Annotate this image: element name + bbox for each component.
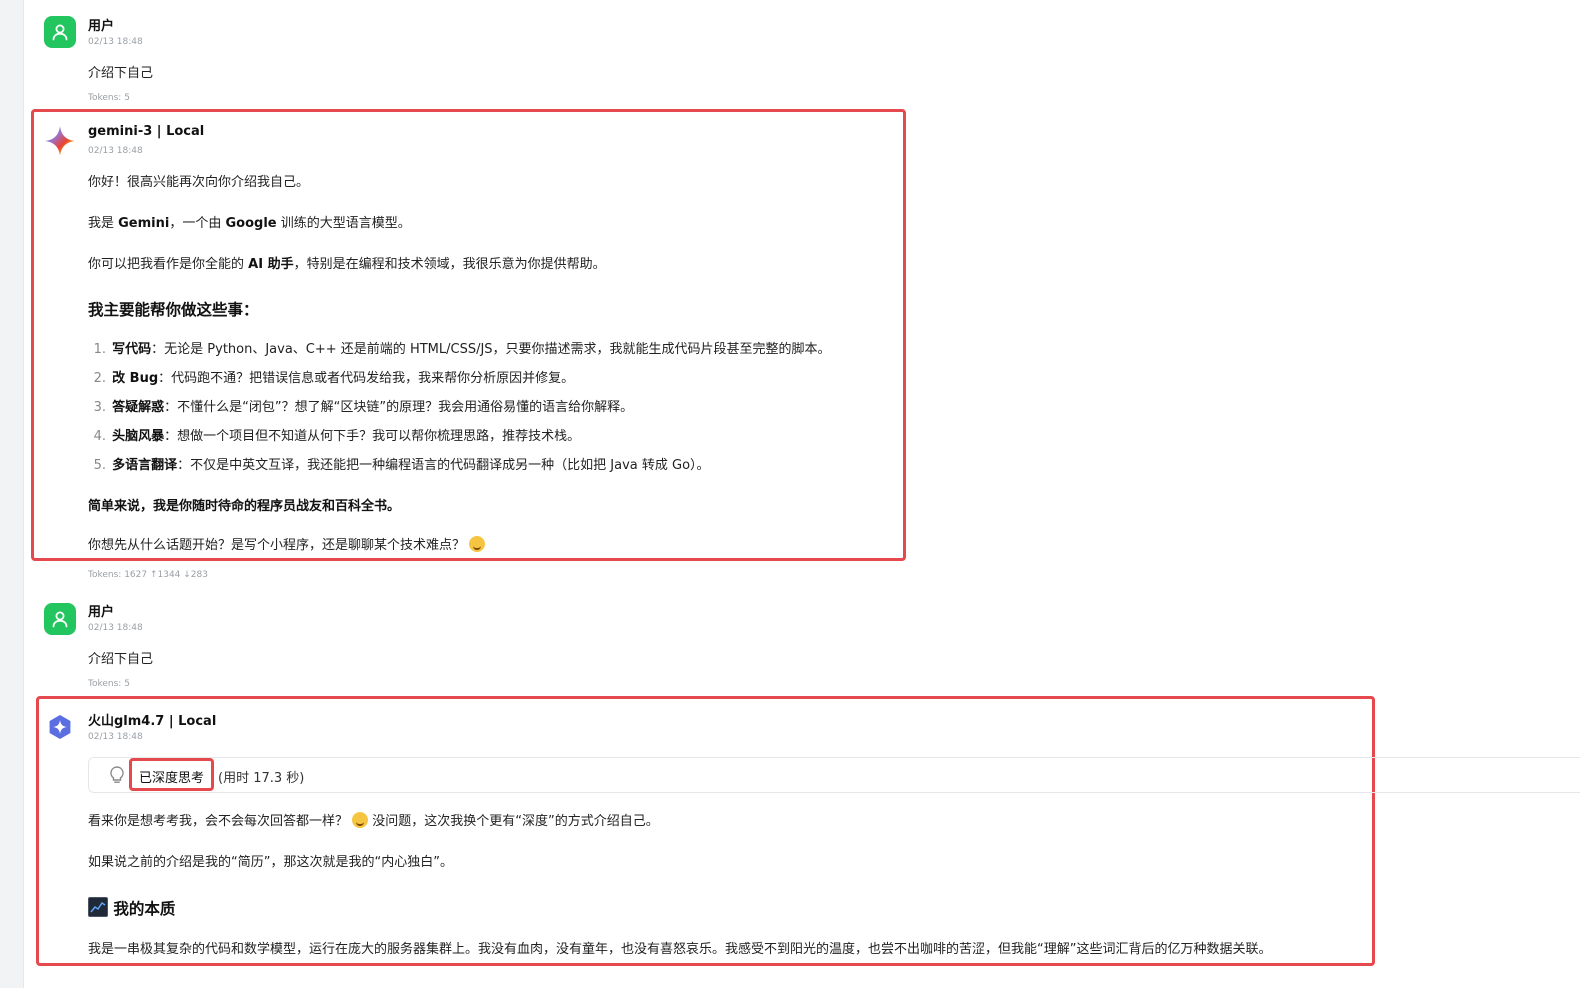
token-count: Tokens: 5 xyxy=(88,679,130,689)
winking-face-icon xyxy=(352,812,369,828)
lightbulb-icon xyxy=(108,765,126,789)
section-heading: 我的本质 xyxy=(88,897,175,919)
user-avatar xyxy=(44,603,76,635)
glm-avatar xyxy=(44,711,76,743)
paragraph: 我是一串极其复杂的代码和数学模型，运行在庞大的服务器集群上。我没有血肉，没有童年… xyxy=(88,942,1272,957)
message-time: 02/13 18:48 xyxy=(88,623,143,633)
token-count: Tokens: 1627 ↑1344 ↓283 xyxy=(88,570,208,580)
list-item: 2. 改 Bug：代码跑不通？把错误信息或者代码发给我，我来帮你分析原因并修复。 xyxy=(93,371,575,386)
chart-icon xyxy=(88,897,108,917)
thinking-toggle[interactable]: 已深度思考 xyxy=(139,767,204,786)
list-item: 1. 写代码：无论是 Python、Java、C++ 还是前端的 HTML/CS… xyxy=(93,342,831,357)
user-icon xyxy=(52,611,68,628)
message-author: 火山glm4.7 | Local xyxy=(88,714,217,729)
message-text: 介绍下自己 xyxy=(88,66,154,81)
paragraph: 看来你是想考考我，会不会每次回答都一样？ 没问题，这次我换个更有“深度”的方式介… xyxy=(88,812,659,829)
message-author: 用户 xyxy=(88,605,115,620)
grinning-face-icon xyxy=(469,536,486,552)
paragraph: 你可以把我看作是你全能的 AI 助手，特别是在编程和技术领域，我很乐意为你提供帮… xyxy=(88,257,606,272)
user-icon xyxy=(52,24,68,41)
message-text: 介绍下自己 xyxy=(88,652,154,667)
gemini-sparkle-icon xyxy=(45,126,75,156)
paragraph: 你好！很高兴能再次向你介绍我自己。 xyxy=(88,175,310,190)
paragraph: 如果说之前的介绍是我的“简历”，那这次就是我的“内心独白”。 xyxy=(88,855,453,870)
highlight-box xyxy=(36,696,1375,966)
section-heading: 我主要能帮你做这些事： xyxy=(88,301,259,319)
message-time: 02/13 18:48 xyxy=(88,732,143,742)
paragraph: 我是 Gemini，一个由 Google 训练的大型语言模型。 xyxy=(88,216,411,231)
thinking-duration: (用时 17.3 秒) xyxy=(218,771,305,786)
paragraph: 你想先从什么话题开始？是写个小程序，还是聊聊某个技术难点？ xyxy=(88,534,486,553)
message-time: 02/13 18:48 xyxy=(88,37,143,47)
message-author: 用户 xyxy=(88,19,115,34)
thinking-bar[interactable] xyxy=(88,757,1580,793)
message-time: 02/13 18:48 xyxy=(88,146,143,156)
token-count: Tokens: 5 xyxy=(88,93,130,103)
left-rail xyxy=(0,0,24,988)
summary-text: 简单来说，我是你随时待命的程序员战友和百科全书。 xyxy=(88,499,401,514)
list-item: 3. 答疑解惑：不懂什么是“闭包”？想了解“区块链”的原理？我会用通俗易懂的语言… xyxy=(93,400,634,415)
list-item: 5. 多语言翻译：不仅是中英文互译，我还能把一种编程语言的代码翻译成另一种（比如… xyxy=(93,458,710,473)
glm-star-icon xyxy=(49,715,71,739)
message-author: gemini-3 | Local xyxy=(88,124,205,139)
gemini-avatar xyxy=(44,125,76,157)
user-avatar xyxy=(44,16,76,48)
list-item: 4. 头脑风暴：想做一个项目但不知道从何下手？我可以帮你梳理思路，推荐技术栈。 xyxy=(93,429,581,444)
